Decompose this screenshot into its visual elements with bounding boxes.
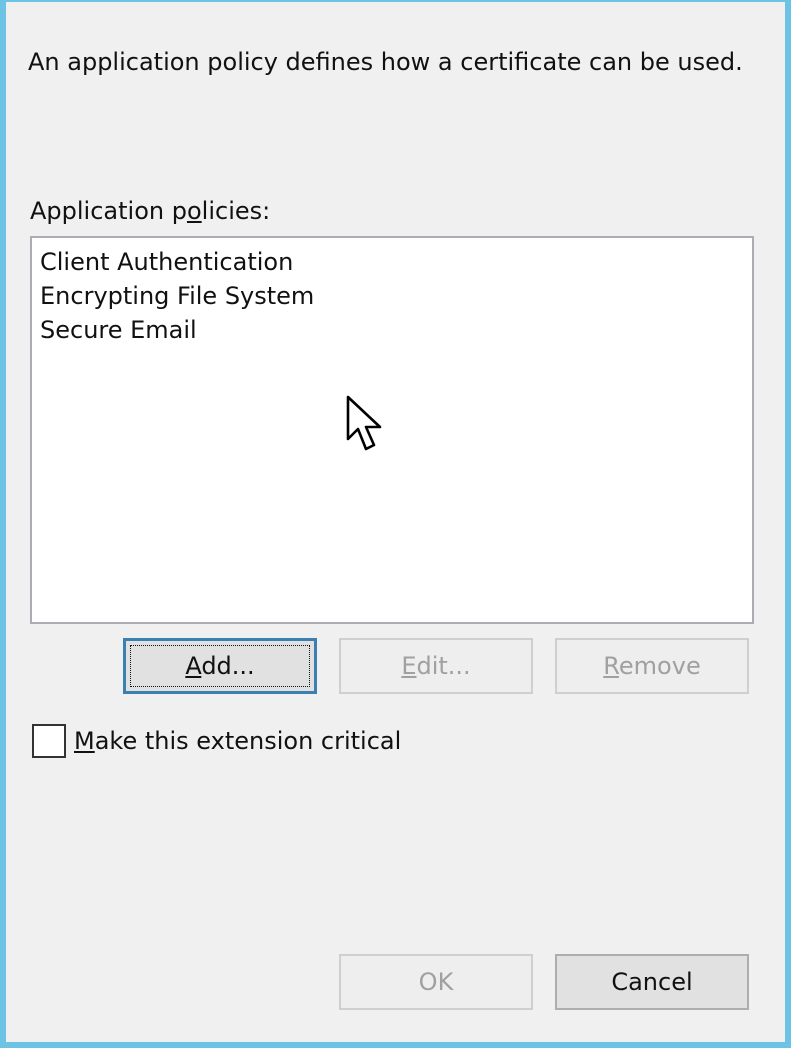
- label-part: dd...: [201, 652, 255, 680]
- description-text: An application policy defines how a cert…: [28, 48, 743, 76]
- list-item-client-authentication[interactable]: Client Authentication: [32, 245, 752, 279]
- accelerator: R: [603, 652, 619, 680]
- accelerator: M: [74, 727, 95, 755]
- arrow-cursor-icon: [346, 395, 382, 451]
- list-item-secure-email[interactable]: Secure Email: [32, 313, 752, 347]
- label-part: Application p: [30, 197, 187, 225]
- application-policies-listbox[interactable]: Client Authentication Encrypting File Sy…: [30, 236, 754, 624]
- cancel-button[interactable]: Cancel: [555, 954, 749, 1010]
- edit-button[interactable]: Edit...: [339, 638, 533, 694]
- list-item-encrypting-file-system[interactable]: Encrypting File System: [32, 279, 752, 313]
- application-policies-label: Application policies:: [30, 197, 270, 225]
- accelerator: E: [401, 652, 417, 680]
- dialog-window: An application policy defines how a cert…: [0, 0, 791, 1048]
- remove-button-label: Remove: [603, 652, 700, 680]
- edit-button-label: Edit...: [401, 652, 470, 680]
- critical-extension-checkbox[interactable]: [32, 724, 66, 758]
- cancel-button-label: Cancel: [611, 968, 693, 996]
- ok-button[interactable]: OK: [339, 954, 533, 1010]
- label-part: dit...: [416, 652, 471, 680]
- add-button[interactable]: Add...: [123, 638, 317, 694]
- label-part: licies:: [201, 197, 271, 225]
- critical-extension-label[interactable]: Make this extension critical: [74, 727, 401, 755]
- label-part: ake this extension critical: [94, 727, 402, 755]
- label-part: emove: [618, 652, 701, 680]
- critical-extension-row[interactable]: Make this extension critical: [32, 724, 401, 758]
- accelerator: A: [185, 652, 202, 680]
- add-button-label: Add...: [185, 652, 254, 680]
- label-accelerator: o: [186, 197, 202, 225]
- remove-button[interactable]: Remove: [555, 638, 749, 694]
- ok-button-label: OK: [418, 968, 454, 996]
